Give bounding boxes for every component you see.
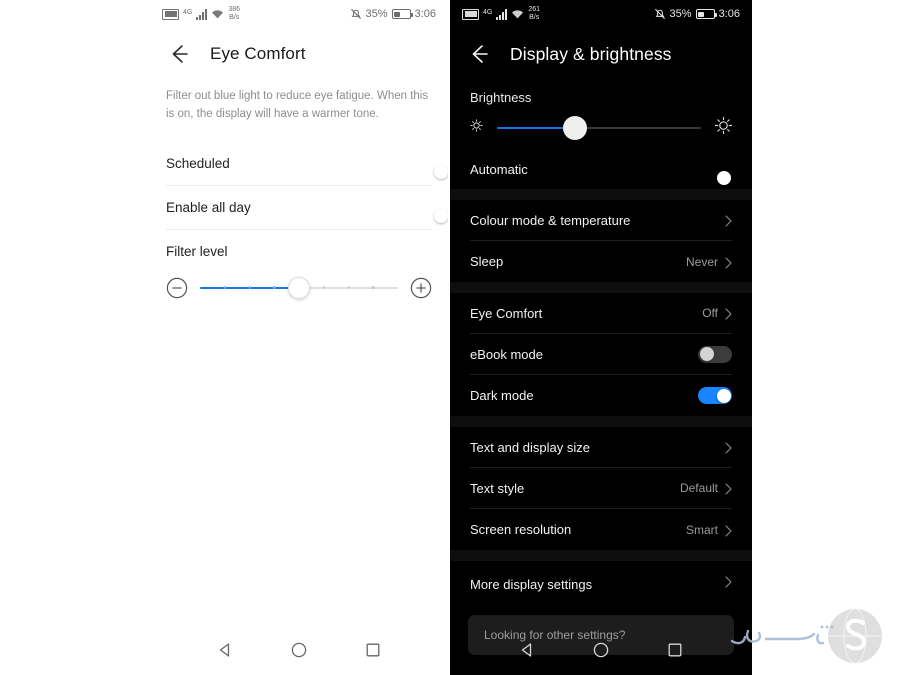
row-colour-mode-temperature[interactable]: Colour mode & temperature bbox=[470, 200, 732, 241]
status-clock: 3:06 bbox=[718, 8, 740, 20]
row-automatic[interactable]: Automatic bbox=[470, 149, 732, 189]
settings-group-text: Text and display size Text style Default bbox=[450, 427, 752, 550]
status-clock: 3:06 bbox=[414, 8, 436, 20]
right-status-bar: 4G 261 B/s 35% 3:06 bbox=[450, 0, 752, 28]
row-value: Never bbox=[685, 254, 718, 269]
right-app-bar: Display & brightness bbox=[450, 28, 752, 80]
minus-circle-icon[interactable] bbox=[166, 277, 188, 299]
row-eye-comfort[interactable]: Eye Comfort Off bbox=[470, 293, 732, 334]
row-label: Eye Comfort bbox=[470, 305, 543, 321]
left-phone-screen: 4G 386 B/s 35% 3:06 Eye Comfort Filter o… bbox=[150, 0, 448, 675]
section-divider bbox=[450, 189, 752, 200]
row-value: Default bbox=[679, 481, 718, 495]
row-label: eBook mode bbox=[470, 346, 543, 362]
row-screen-resolution[interactable]: Screen resolution Smart bbox=[470, 509, 732, 550]
row-label: Text and display size bbox=[470, 439, 590, 455]
nav-recents-square-icon[interactable] bbox=[364, 641, 382, 664]
section-divider bbox=[450, 550, 752, 561]
data-rate-unit: B/s bbox=[529, 14, 540, 21]
row-automatic-label: Automatic bbox=[470, 161, 528, 177]
data-rate-unit: B/s bbox=[229, 14, 240, 21]
right-phone-screen: 4G 261 B/s 35% 3:06 Display & brightness… bbox=[450, 0, 752, 675]
chevron-right-icon bbox=[725, 482, 732, 495]
row-sleep[interactable]: Sleep Never bbox=[470, 241, 732, 282]
nav-back-triangle-icon[interactable] bbox=[518, 641, 536, 664]
brightness-slider[interactable] bbox=[497, 115, 701, 141]
data-rate-indicator: 261 B/s bbox=[528, 6, 540, 22]
right-navigation-bar bbox=[450, 629, 752, 675]
row-enable-all-day[interactable]: Enable all day bbox=[166, 186, 448, 230]
left-app-bar: Eye Comfort bbox=[150, 28, 448, 80]
nav-recents-square-icon[interactable] bbox=[666, 641, 684, 664]
network-generation-label: 4G bbox=[483, 9, 493, 16]
data-rate-value: 386 bbox=[228, 6, 241, 13]
row-more-display-settings[interactable]: More display settings bbox=[470, 561, 732, 607]
row-value: Smart bbox=[685, 522, 718, 537]
brightness-control bbox=[468, 115, 734, 141]
nav-back-triangle-icon[interactable] bbox=[216, 641, 234, 664]
data-rate-value: 261 bbox=[528, 6, 541, 13]
chevron-right-icon bbox=[725, 307, 732, 320]
battery-percent-label: 35% bbox=[365, 8, 388, 20]
back-arrow-icon[interactable] bbox=[466, 41, 492, 67]
ebook-mode-toggle[interactable] bbox=[698, 345, 732, 363]
row-text-style[interactable]: Text style Default bbox=[470, 468, 732, 509]
chevron-right-icon bbox=[725, 256, 732, 269]
row-label: Sleep bbox=[470, 254, 504, 269]
row-label: Text style bbox=[470, 480, 525, 496]
brightness-low-icon bbox=[468, 117, 485, 139]
plus-circle-icon[interactable] bbox=[410, 277, 432, 299]
data-rate-indicator: 386 B/s bbox=[228, 6, 240, 22]
nav-home-circle-icon[interactable] bbox=[290, 641, 308, 664]
row-label: Screen resolution bbox=[470, 522, 572, 537]
row-text-and-display-size[interactable]: Text and display size bbox=[470, 427, 732, 468]
dark-mode-toggle[interactable] bbox=[698, 387, 732, 404]
row-dark-mode[interactable]: Dark mode bbox=[470, 375, 732, 416]
left-navigation-bar bbox=[150, 629, 448, 675]
row-label: More display settings bbox=[470, 576, 593, 592]
settings-group-display: Colour mode & temperature Sleep Never bbox=[450, 200, 752, 282]
row-label: Dark mode bbox=[470, 388, 534, 403]
network-generation-label: 4G bbox=[183, 9, 193, 16]
settings-group-eye-dark: Eye Comfort Off eBook mode Dark mode bbox=[450, 293, 752, 416]
chevron-right-icon bbox=[725, 214, 732, 227]
wifi-icon bbox=[211, 9, 224, 20]
row-label: Colour mode & temperature bbox=[470, 212, 631, 228]
sphere-s-logo-icon bbox=[828, 608, 882, 664]
row-ebook-mode[interactable]: eBook mode bbox=[470, 334, 732, 375]
battery-icon bbox=[391, 9, 414, 19]
chevron-right-icon bbox=[725, 524, 732, 537]
chevron-right-icon bbox=[725, 575, 732, 592]
ringer-silent-icon bbox=[350, 8, 362, 20]
left-status-bar: 4G 386 B/s 35% 3:06 bbox=[150, 0, 448, 28]
battery-percent-label: 35% bbox=[669, 8, 692, 20]
signal-bars-icon bbox=[496, 8, 508, 20]
row-enable-all-day-label: Enable all day bbox=[166, 199, 251, 215]
row-value: Off bbox=[702, 306, 718, 320]
signal-bars-icon bbox=[196, 8, 208, 20]
page-title: Display & brightness bbox=[510, 43, 672, 64]
sim-card-icon bbox=[162, 8, 179, 20]
back-arrow-icon[interactable] bbox=[166, 41, 192, 67]
eye-comfort-description: Filter out blue light to reduce eye fati… bbox=[166, 90, 429, 120]
filter-level-slider[interactable] bbox=[200, 276, 398, 299]
filter-level-control bbox=[166, 276, 432, 299]
row-scheduled[interactable]: Scheduled bbox=[166, 142, 448, 186]
ringer-silent-icon bbox=[654, 8, 666, 20]
section-divider bbox=[450, 282, 752, 293]
section-divider bbox=[450, 416, 752, 427]
wifi-icon bbox=[511, 9, 524, 20]
watermark-dots bbox=[820, 625, 834, 629]
nav-home-circle-icon[interactable] bbox=[592, 641, 610, 664]
page-title: Eye Comfort bbox=[210, 44, 306, 63]
battery-icon bbox=[695, 9, 718, 19]
screenshot-canvas: 4G 386 B/s 35% 3:06 Eye Comfort Filter o… bbox=[0, 0, 900, 675]
brightness-section-label: Brightness bbox=[470, 90, 532, 105]
filter-level-label: Filter level bbox=[166, 243, 228, 259]
chevron-right-icon bbox=[725, 441, 732, 454]
sim-card-icon bbox=[462, 8, 479, 20]
row-scheduled-label: Scheduled bbox=[166, 155, 230, 171]
brightness-high-icon bbox=[713, 115, 734, 141]
